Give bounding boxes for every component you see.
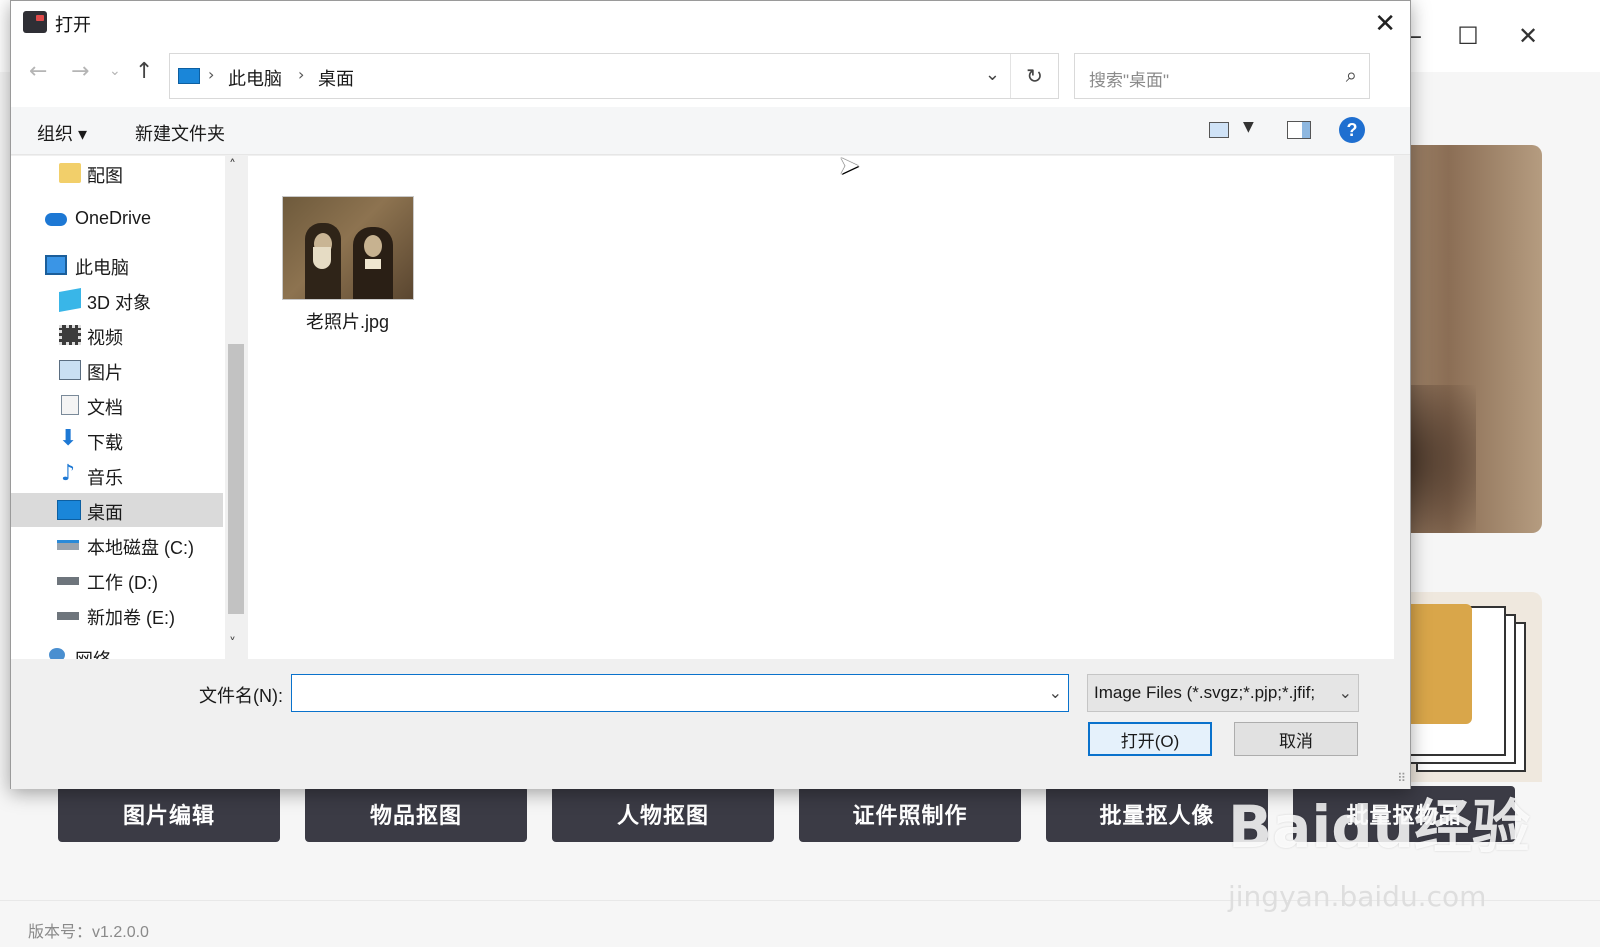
- search-placeholder: 搜索"桌面": [1089, 71, 1170, 90]
- app-close-button[interactable]: ✕: [1508, 18, 1548, 54]
- dialog-title: 打开: [55, 15, 91, 35]
- computer-icon: [178, 68, 200, 84]
- sidebar-item-label: 桌面: [87, 503, 123, 523]
- organize-menu[interactable]: 组织 ▾: [37, 120, 87, 146]
- object-cutout-button[interactable]: 物品抠图: [305, 786, 527, 842]
- open-file-dialog: 打开 ✕ ← → ⌄ ↑ › 此电脑 › 桌面 ⌄ ↻ 搜索"桌面" ⌕ 组织 …: [10, 0, 1411, 789]
- chevron-down-icon[interactable]: ⌄: [1049, 683, 1062, 702]
- change-view-icon[interactable]: [1209, 122, 1229, 138]
- drive-icon: [57, 612, 79, 620]
- dialog-footer: 文件名(N): ⌄ Image Files (*.svgz;*.pjp;*.jf…: [11, 659, 1410, 789]
- close-icon[interactable]: ✕: [1374, 9, 1396, 39]
- sidebar-item-label: 网络: [75, 646, 111, 659]
- portrait-cutout-button[interactable]: 人物抠图: [552, 786, 774, 842]
- chevron-down-icon[interactable]: ⌄: [985, 64, 1000, 85]
- scroll-thumb[interactable]: [228, 344, 244, 614]
- cancel-button[interactable]: 取消: [1234, 722, 1358, 756]
- preview-pane-icon[interactable]: [1287, 121, 1311, 139]
- search-icon[interactable]: ⌕: [1346, 63, 1357, 87]
- sidebar-item-label: 配图: [87, 166, 123, 186]
- sidebar-item-pictures[interactable]: 图片: [11, 353, 223, 387]
- search-input[interactable]: 搜索"桌面" ⌕: [1074, 53, 1370, 99]
- navigation-bar: ← → ⌄ ↑ › 此电脑 › 桌面 ⌄ ↻ 搜索"桌面" ⌕: [11, 45, 1410, 107]
- chevron-down-icon[interactable]: ⌄: [1339, 683, 1352, 702]
- file-type-value: Image Files (*.svgz;*.pjp;*.jfif;: [1094, 683, 1316, 702]
- documents-icon: [61, 395, 79, 415]
- sidebar-item-label: 新加卷 (E:): [87, 608, 175, 628]
- sidebar-item-3d-objects[interactable]: 3D 对象: [11, 283, 223, 317]
- sidebar-item-label: 3D 对象: [87, 293, 152, 313]
- sidebar-item-network[interactable]: 网络: [11, 640, 223, 659]
- old-photo-thumbnail: [282, 196, 414, 300]
- sidebar-item-onedrive[interactable]: OneDrive: [11, 202, 223, 236]
- desktop-icon: [57, 500, 81, 520]
- sidebar-item-label: 图片: [87, 363, 123, 383]
- file-list: 老照片.jpg: [248, 156, 1394, 659]
- back-arrow-icon[interactable]: ←: [29, 59, 47, 84]
- view-dropdown-icon[interactable]: ▼: [1243, 119, 1254, 135]
- sidebar-item-drive-c[interactable]: 本地磁盘 (C:): [11, 528, 223, 562]
- sidebar-item-label: 工作 (D:): [87, 573, 158, 593]
- command-bar: 组织 ▾ 新建文件夹 ▼ ?: [11, 107, 1410, 155]
- sidebar-item-label: 音乐: [87, 468, 123, 488]
- sidebar-item-label: OneDrive: [75, 208, 152, 228]
- 3d-objects-icon: [59, 288, 81, 312]
- computer-icon: [45, 255, 67, 275]
- sidebar-item-drive-e[interactable]: 新加卷 (E:): [11, 598, 223, 632]
- open-button[interactable]: 打开(O): [1088, 722, 1212, 756]
- id-photo-button[interactable]: 证件照制作: [799, 786, 1021, 842]
- music-icon: ♪: [61, 461, 76, 486]
- file-name: 老照片.jpg: [306, 312, 390, 332]
- maximize-button[interactable]: ☐: [1448, 18, 1488, 54]
- sidebar-item-label: 下载: [87, 433, 123, 453]
- sidebar-item-documents[interactable]: 文档: [11, 388, 223, 422]
- app-icon: [23, 11, 47, 33]
- drive-c-icon: [57, 540, 79, 550]
- navigation-pane: 配图 OneDrive 此电脑 3D 对象 视频 图片 文档 ⬇ 下载 ♪ 音乐…: [11, 156, 247, 659]
- resize-grip-icon[interactable]: ⠿: [1397, 771, 1406, 785]
- dialog-titlebar: 打开 ✕: [11, 1, 1410, 45]
- sidebar-item-drive-d[interactable]: 工作 (D:): [11, 563, 223, 597]
- scroll-up-icon[interactable]: ˄: [229, 158, 236, 174]
- file-type-select[interactable]: Image Files (*.svgz;*.pjp;*.jfif; ⌄: [1087, 674, 1359, 712]
- recent-locations-icon[interactable]: ⌄: [109, 63, 121, 79]
- folder-icon: [59, 163, 81, 183]
- pictures-icon: [59, 360, 81, 380]
- filename-input[interactable]: ⌄: [291, 674, 1069, 712]
- nav-scrollbar[interactable]: ˄ ˅: [225, 156, 247, 659]
- breadcrumb-separator: ›: [208, 65, 215, 84]
- new-folder-button[interactable]: 新建文件夹: [135, 120, 225, 146]
- download-icon: ⬇: [59, 426, 78, 451]
- sidebar-item-this-pc[interactable]: 此电脑: [11, 248, 223, 282]
- sidebar-item-label: 此电脑: [75, 258, 129, 278]
- forward-arrow-icon[interactable]: →: [71, 59, 89, 84]
- drive-icon: [57, 577, 79, 585]
- filename-label: 文件名(N):: [199, 686, 283, 706]
- breadcrumb-this-pc[interactable]: 此电脑: [228, 65, 282, 91]
- up-arrow-icon[interactable]: ↑: [135, 59, 153, 84]
- scroll-down-icon[interactable]: ˅: [229, 636, 236, 652]
- network-icon: [49, 648, 65, 659]
- breadcrumb-separator: ›: [298, 65, 305, 84]
- refresh-icon[interactable]: ↻: [1010, 54, 1058, 98]
- sidebar-item-downloads[interactable]: ⬇ 下载: [11, 423, 223, 457]
- sidebar-item-label: 文档: [87, 398, 123, 418]
- address-bar[interactable]: › 此电脑 › 桌面 ⌄ ↻: [169, 53, 1059, 99]
- sidebar-item-music[interactable]: ♪ 音乐: [11, 458, 223, 492]
- watermark-url: jingyan.baidu.com: [1228, 880, 1487, 913]
- sidebar-item-label: 视频: [87, 328, 123, 348]
- sidebar-item-label: 本地磁盘 (C:): [87, 538, 194, 558]
- version-label: 版本号：v1.2.0.0: [28, 924, 149, 941]
- watermark-logo: Baidu经验: [1228, 793, 1531, 861]
- breadcrumb-desktop[interactable]: 桌面: [318, 65, 354, 91]
- onedrive-icon: [45, 213, 67, 226]
- image-edit-button[interactable]: 图片编辑: [58, 786, 280, 842]
- mouse-cursor-icon: ➤: [838, 151, 860, 181]
- sidebar-item-video[interactable]: 视频: [11, 318, 223, 352]
- sidebar-item-peitu[interactable]: 配图: [11, 156, 223, 190]
- video-icon: [59, 325, 81, 345]
- sidebar-item-desktop[interactable]: 桌面: [11, 493, 223, 527]
- help-icon[interactable]: ?: [1339, 117, 1365, 143]
